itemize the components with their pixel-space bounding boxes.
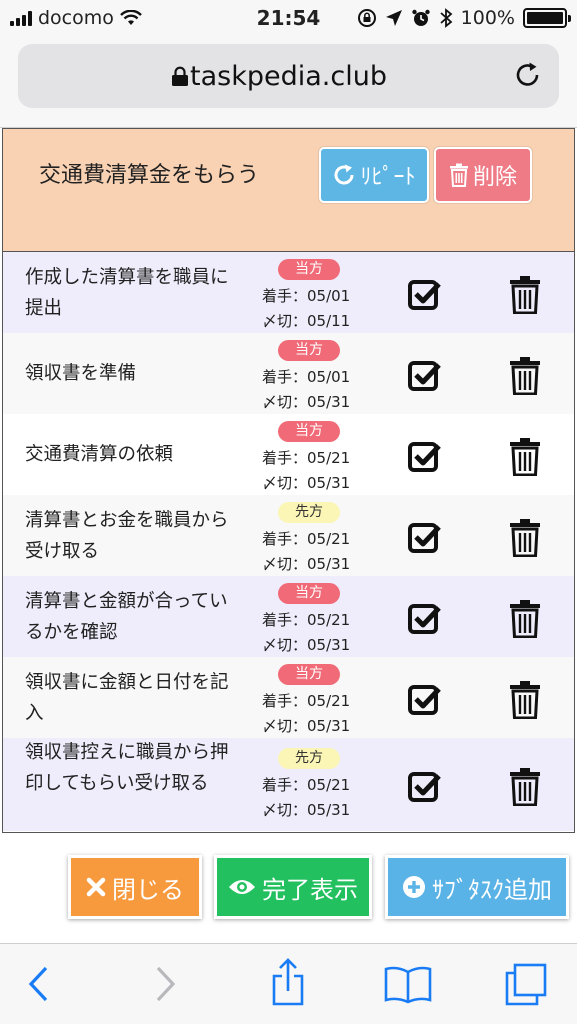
back-icon[interactable] — [26, 964, 52, 1004]
subtask-row: 清算書とお金を職員から受け取る 先方 着手：05/21 〆切：05/31 — [3, 495, 574, 576]
trash-icon[interactable] — [509, 519, 541, 557]
battery-percent: 100% — [460, 7, 515, 29]
subtask-dates: 着手：05/21 〆切：05/31 — [262, 608, 350, 658]
add-subtask-button[interactable]: ｻﾌﾞﾀｽｸ追加 — [385, 855, 569, 919]
deadline-date: 〆切：05/31 — [262, 636, 351, 654]
check-icon[interactable] — [408, 683, 442, 717]
address-bar[interactable]: taskpedia.club — [18, 44, 559, 108]
status-right: 100% — [357, 7, 571, 29]
assignee-badge: 当方 — [278, 259, 340, 280]
subtask-dates: 着手：05/21 〆切：05/31 — [262, 527, 350, 577]
close-label: 閉じる — [112, 875, 184, 904]
subtask-name: 作成した清算書を職員に提出 — [25, 267, 229, 319]
subtask-dates: 着手：05/01 〆切：05/31 — [262, 365, 350, 415]
check-icon[interactable] — [408, 440, 442, 474]
subtask-row: 清算書と金額が合っているかを確認 当方 着手：05/21 〆切：05/31 — [3, 576, 574, 657]
start-date: 着手：05/21 — [262, 449, 351, 467]
check-icon[interactable] — [408, 521, 442, 555]
show-done-button[interactable]: 完了表示 — [214, 855, 372, 919]
subtask-dates: 着手：05/21 〆切：05/31 — [262, 446, 350, 496]
subtask-list: 作成した清算書を職員に提出 当方 着手：05/01 〆切：05/11 領収書を準… — [3, 252, 574, 831]
deadline-date: 〆切：05/31 — [262, 393, 351, 411]
task-header: 交通費清算金をもらう ﾘﾋﾟｰﾄ 削除 — [3, 129, 574, 252]
subtask-name: 交通費清算の依頼 — [25, 444, 174, 465]
deadline-date: 〆切：05/31 — [262, 801, 351, 819]
subtask-row: 交通費清算の依頼 当方 着手：05/21 〆切：05/31 — [3, 414, 574, 495]
check-icon[interactable] — [408, 278, 442, 312]
task-title: 交通費清算金をもらう — [39, 163, 260, 188]
deadline-date: 〆切：05/31 — [262, 555, 351, 573]
close-button[interactable]: 閉じる — [68, 855, 202, 919]
delete-label: 削除 — [472, 165, 517, 190]
location-icon — [385, 10, 402, 26]
start-date: 着手：05/01 — [262, 368, 351, 386]
repeat-label: ﾘﾋﾟｰﾄ — [360, 165, 416, 190]
trash-icon[interactable] — [509, 438, 541, 476]
trash-icon[interactable] — [509, 600, 541, 638]
browser-toolbar — [0, 943, 577, 1024]
rotation-lock-icon — [357, 9, 376, 27]
assignee-badge: 当方 — [278, 583, 340, 604]
subtask-name: 領収書に金額と日付を記入 — [25, 672, 229, 724]
trash-icon[interactable] — [509, 357, 541, 395]
delete-task-button[interactable]: 削除 — [434, 147, 532, 203]
repeat-button[interactable]: ﾘﾋﾟｰﾄ — [319, 147, 429, 203]
share-icon[interactable] — [268, 958, 308, 1008]
task-panel: 交通費清算金をもらう ﾘﾋﾟｰﾄ 削除 作成した清算書を職員に提出 当方 着手：… — [2, 128, 575, 833]
assignee-badge: 当方 — [278, 340, 340, 361]
deadline-date: 〆切：05/31 — [262, 474, 351, 492]
forward-icon[interactable] — [152, 964, 178, 1004]
subtask-row: 作成した清算書を職員に提出 当方 着手：05/01 〆切：05/11 — [3, 252, 574, 333]
start-date: 着手：05/21 — [262, 692, 351, 710]
trash-icon[interactable] — [509, 768, 541, 806]
deadline-date: 〆切：05/11 — [262, 312, 351, 330]
url-text: taskpedia.club — [190, 61, 387, 92]
assignee-badge: 先方 — [278, 748, 340, 769]
alarm-icon — [411, 9, 430, 26]
subtask-row: 領収書を準備 当方 着手：05/01 〆切：05/31 — [3, 333, 574, 414]
plus-circle-icon — [403, 876, 425, 898]
tabs-icon[interactable] — [503, 962, 549, 1008]
trash-icon[interactable] — [509, 681, 541, 719]
check-icon[interactable] — [408, 359, 442, 393]
show-done-label: 完了表示 — [262, 875, 358, 904]
status-bar: docomo 21:54 100% — [0, 0, 577, 38]
start-date: 着手：05/21 — [262, 611, 351, 629]
subtask-name: 清算書とお金を職員から受け取る — [25, 510, 229, 562]
assignee-badge: 先方 — [278, 502, 340, 523]
assignee-badge: 当方 — [278, 664, 340, 685]
deadline-date: 〆切：05/31 — [262, 717, 351, 735]
subtask-dates: 着手：05/01 〆切：05/11 — [262, 284, 350, 334]
action-bar: 閉じる 完了表示 ｻﾌﾞﾀｽｸ追加 — [0, 833, 577, 943]
times-icon — [86, 877, 106, 897]
subtask-dates: 着手：05/21 〆切：05/31 — [262, 689, 350, 739]
start-date: 着手：05/01 — [262, 287, 351, 305]
subtask-name: 領収書控えに職員から押印してもらい受け取る — [25, 742, 229, 794]
subtask-name: 清算書と金額が合っているかを確認 — [25, 591, 228, 643]
subtask-name: 領収書を準備 — [25, 363, 137, 384]
bookmarks-icon[interactable] — [384, 964, 432, 1004]
battery-icon — [523, 8, 571, 28]
bluetooth-icon — [440, 8, 453, 28]
add-subtask-label: ｻﾌﾞﾀｽｸ追加 — [432, 875, 552, 904]
trash-icon — [449, 163, 468, 187]
check-icon[interactable] — [408, 770, 442, 804]
check-icon[interactable] — [408, 602, 442, 636]
subtask-dates: 着手：05/21 〆切：05/31 — [262, 773, 350, 823]
assignee-badge: 当方 — [278, 421, 340, 442]
eye-icon — [229, 880, 255, 894]
reload-icon[interactable] — [513, 60, 543, 90]
trash-icon[interactable] — [509, 276, 541, 314]
start-date: 着手：05/21 — [262, 530, 351, 548]
subtask-row: 領収書に金額と日付を記入 当方 着手：05/21 〆切：05/31 — [3, 657, 574, 738]
browser-address-area: taskpedia.club — [0, 38, 577, 128]
start-date: 着手：05/21 — [262, 776, 351, 794]
repeat-icon — [334, 164, 354, 185]
subtask-row: 領収書控えに職員から押印してもらい受け取る 先方 着手：05/21 〆切：05/… — [3, 738, 574, 831]
